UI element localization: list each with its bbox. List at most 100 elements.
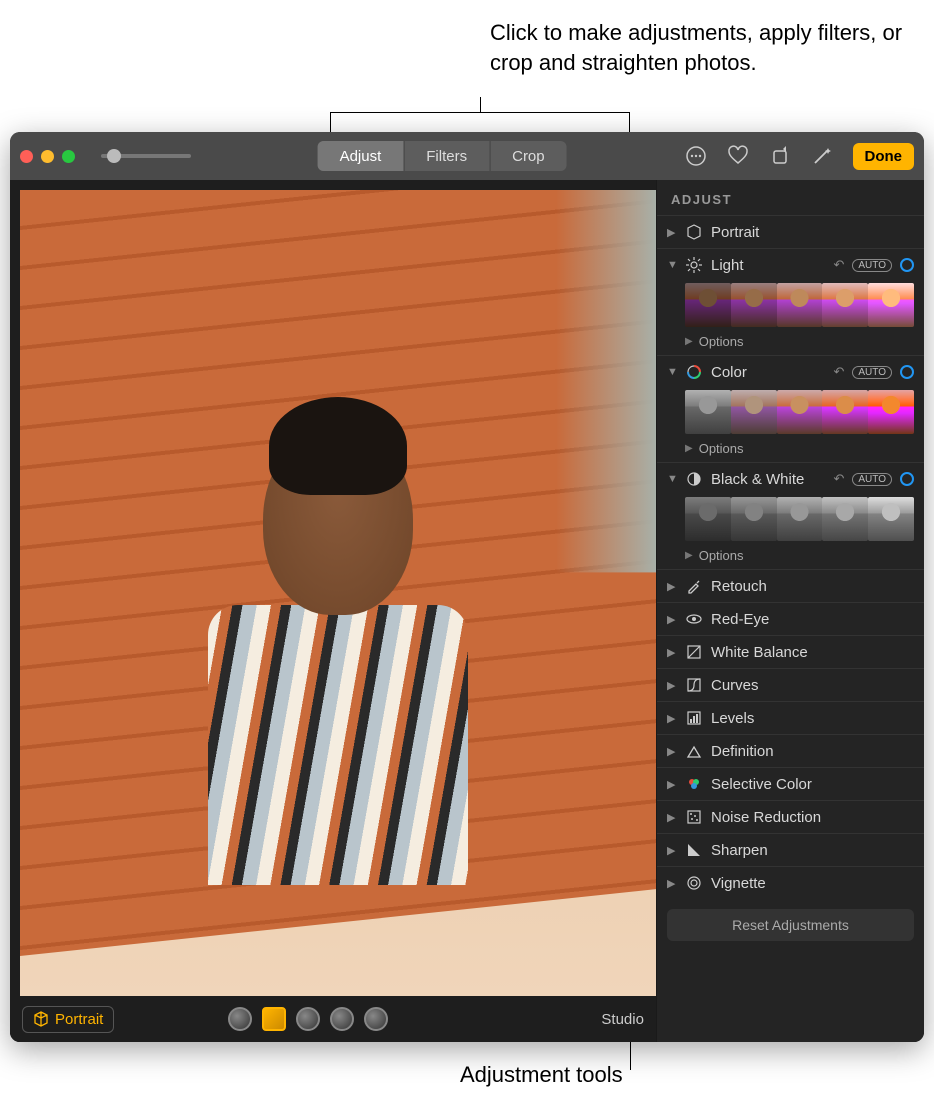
adjust-color-row[interactable]: ▼ Color ↶ AUTO xyxy=(657,355,924,388)
zoom-slider[interactable] xyxy=(101,154,191,158)
adjust-white-balance-row[interactable]: ▶ White Balance xyxy=(657,635,924,668)
cube-icon xyxy=(33,1011,49,1027)
chevron-right-icon: ▶ xyxy=(667,679,677,692)
light-options-row[interactable]: ▶Options xyxy=(657,331,924,355)
adjust-definition-row[interactable]: ▶ Definition xyxy=(657,734,924,767)
adjust-retouch-row[interactable]: ▶ Retouch xyxy=(657,569,924,602)
chevron-right-icon: ▶ xyxy=(667,580,677,593)
undo-icon[interactable]: ↶ xyxy=(833,471,844,487)
chevron-right-icon: ▶ xyxy=(667,877,677,890)
adjust-levels-row[interactable]: ▶ Levels xyxy=(657,701,924,734)
color-wheel-icon xyxy=(685,363,703,381)
enabled-indicator-icon[interactable] xyxy=(900,258,914,272)
portrait-badge-label: Portrait xyxy=(55,1011,103,1028)
levels-icon xyxy=(685,709,703,727)
annotation-bracket xyxy=(330,112,630,132)
lighting-studio[interactable] xyxy=(262,1007,286,1031)
auto-button[interactable]: AUTO xyxy=(852,259,892,272)
adjust-sharpen-label: Sharpen xyxy=(711,842,914,859)
enabled-indicator-icon[interactable] xyxy=(900,365,914,379)
tab-filters[interactable]: Filters xyxy=(404,141,489,171)
adjust-noise-reduction-label: Noise Reduction xyxy=(711,809,914,826)
chevron-right-icon: ▶ xyxy=(667,646,677,659)
adjust-bw-row[interactable]: ▼ Black & White ↶ AUTO xyxy=(657,462,924,495)
chevron-down-icon: ▼ xyxy=(667,473,677,485)
close-window-button[interactable] xyxy=(20,150,33,163)
adjust-noise-reduction-row[interactable]: ▶ Noise Reduction xyxy=(657,800,924,833)
adjust-curves-label: Curves xyxy=(711,677,914,694)
adjust-white-balance-label: White Balance xyxy=(711,644,914,661)
auto-button[interactable]: AUTO xyxy=(852,366,892,379)
portrait-mode-badge[interactable]: Portrait xyxy=(22,1006,114,1033)
adjust-color-label: Color xyxy=(711,364,825,381)
chevron-right-icon: ▶ xyxy=(667,778,677,791)
curves-icon xyxy=(685,676,703,694)
adjust-red-eye-row[interactable]: ▶Red-Eye xyxy=(657,602,924,635)
red-eye-icon xyxy=(685,610,703,628)
photo-canvas-area: Portrait Studio xyxy=(10,180,656,1042)
window-controls xyxy=(20,150,75,163)
lighting-stage-mono[interactable] xyxy=(364,1007,388,1031)
titlebar: Adjust Filters Crop Done xyxy=(10,132,924,180)
adjust-sidebar: ADJUST ▶ Portrait ▼ Light ↶ AUTO ▶Option… xyxy=(656,180,924,1042)
lighting-stage[interactable] xyxy=(330,1007,354,1031)
auto-button[interactable]: AUTO xyxy=(852,473,892,486)
undo-icon[interactable]: ↶ xyxy=(833,257,844,273)
adjust-retouch-label: Retouch xyxy=(711,578,914,595)
adjust-levels-label: Levels xyxy=(711,710,914,727)
lighting-natural[interactable] xyxy=(228,1007,252,1031)
annotation-bottom: Adjustment tools xyxy=(460,1062,623,1088)
favorite-heart-icon[interactable] xyxy=(727,145,749,167)
definition-icon xyxy=(685,742,703,760)
portrait-lighting-bar: Portrait Studio xyxy=(10,996,656,1042)
bw-options-row[interactable]: ▶Options xyxy=(657,545,924,569)
color-options-row[interactable]: ▶Options xyxy=(657,438,924,462)
enabled-indicator-icon[interactable] xyxy=(900,472,914,486)
adjust-light-label: Light xyxy=(711,257,825,274)
undo-icon[interactable]: ↶ xyxy=(833,364,844,380)
selective-color-icon xyxy=(685,775,703,793)
adjust-sharpen-row[interactable]: ▶ Sharpen xyxy=(657,833,924,866)
bw-preview-thumbs[interactable] xyxy=(657,495,924,545)
adjust-selective-color-label: Selective Color xyxy=(711,776,914,793)
adjust-vignette-row[interactable]: ▶ Vignette xyxy=(657,866,924,899)
light-preview-thumbs[interactable] xyxy=(657,281,924,331)
photos-edit-window: Adjust Filters Crop Done xyxy=(10,132,924,1042)
more-options-icon[interactable] xyxy=(685,145,707,167)
annotation-top: Click to make adjustments, apply filters… xyxy=(490,18,934,77)
white-balance-icon xyxy=(685,643,703,661)
adjust-portrait-row[interactable]: ▶ Portrait xyxy=(657,215,924,248)
tab-crop[interactable]: Crop xyxy=(490,141,567,171)
fullscreen-window-button[interactable] xyxy=(62,150,75,163)
tab-adjust[interactable]: Adjust xyxy=(318,141,404,171)
half-circle-icon xyxy=(685,470,703,488)
lighting-label: Studio xyxy=(601,1011,644,1028)
color-preview-thumbs[interactable] xyxy=(657,388,924,438)
adjust-light-row[interactable]: ▼ Light ↶ AUTO xyxy=(657,248,924,281)
adjust-curves-row[interactable]: ▶ Curves xyxy=(657,668,924,701)
chevron-right-icon: ▶ xyxy=(667,745,677,758)
done-button[interactable]: Done xyxy=(853,143,915,170)
edited-photo[interactable] xyxy=(20,190,656,996)
chevron-right-icon: ▶ xyxy=(667,811,677,824)
sharpen-icon xyxy=(685,841,703,859)
lighting-contour[interactable] xyxy=(296,1007,320,1031)
vignette-icon xyxy=(685,874,703,892)
portrait-lighting-picker xyxy=(228,1007,388,1031)
edit-mode-segmented-control: Adjust Filters Crop xyxy=(318,141,567,171)
chevron-down-icon: ▼ xyxy=(667,259,677,271)
chevron-right-icon: ▶ xyxy=(667,844,677,857)
adjust-selective-color-row[interactable]: ▶ Selective Color xyxy=(657,767,924,800)
sidebar-header: ADJUST xyxy=(657,180,924,215)
chevron-right-icon: ▶ xyxy=(667,712,677,725)
chevron-right-icon: ▶ xyxy=(667,613,677,626)
minimize-window-button[interactable] xyxy=(41,150,54,163)
retouch-icon xyxy=(685,577,703,595)
rotate-icon[interactable] xyxy=(769,145,791,167)
adjust-definition-label: Definition xyxy=(711,743,914,760)
adjust-vignette-label: Vignette xyxy=(711,875,914,892)
noise-reduction-icon xyxy=(685,808,703,826)
reset-adjustments-button[interactable]: Reset Adjustments xyxy=(667,909,914,941)
chevron-down-icon: ▼ xyxy=(667,366,677,378)
auto-enhance-icon[interactable] xyxy=(811,145,833,167)
